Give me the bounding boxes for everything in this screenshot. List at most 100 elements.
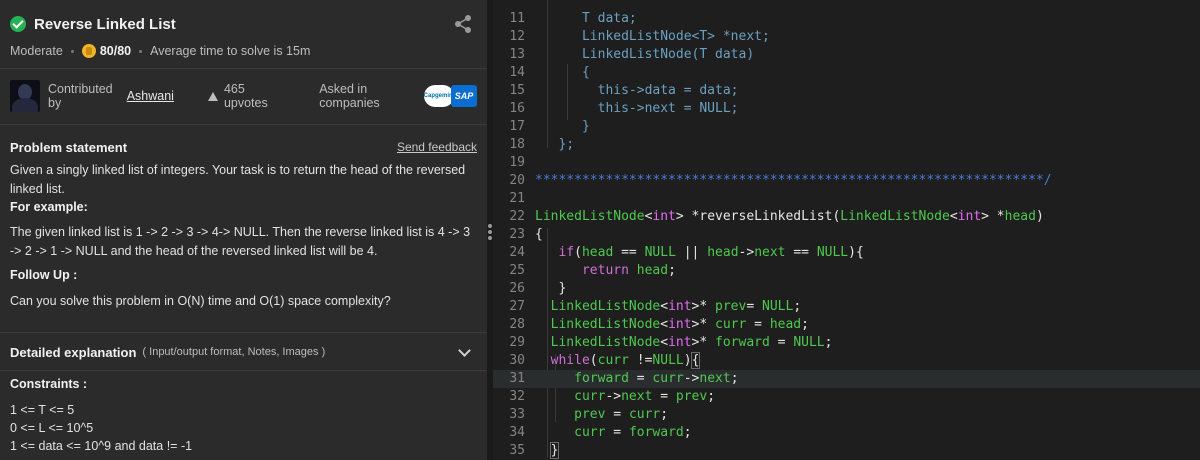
code-token: = <box>746 317 770 332</box>
code-text[interactable]: LinkedListNode<int>* curr = head; <box>535 316 809 334</box>
separator-dot <box>70 49 74 53</box>
code-text[interactable]: } <box>535 442 560 460</box>
code-line[interactable]: 31 forward = curr->next; <box>493 370 1200 388</box>
detailed-explanation-heading: Detailed explanation <box>10 344 137 360</box>
line-number: 35 <box>509 443 525 458</box>
code-text[interactable]: LinkedListNode<int> *reverseLinkedList(L… <box>535 208 1044 226</box>
avatar[interactable] <box>10 80 40 112</box>
contributor-link[interactable]: Ashwani <box>127 89 174 103</box>
code-line[interactable]: 27 LinkedListNode<int>* prev= NULL; <box>493 298 1200 316</box>
code-token: this->next = NULL; <box>535 101 739 116</box>
code-token: } <box>535 281 567 296</box>
problem-panel: Reverse Linked List Moderate 80/80 Avera… <box>0 0 487 460</box>
code-text[interactable]: curr->next = prev; <box>535 388 715 406</box>
share-icon[interactable] <box>453 14 473 34</box>
code-line[interactable]: 14 { <box>493 64 1200 82</box>
code-line[interactable]: 16 this->next = NULL; <box>493 100 1200 118</box>
code-text[interactable]: } <box>535 118 590 136</box>
code-line[interactable]: 18 }; <box>493 136 1200 154</box>
code-token: ; <box>707 389 716 404</box>
chevron-down-icon[interactable] <box>458 344 471 357</box>
grip-dot <box>488 230 492 234</box>
code-line[interactable]: 35 } <box>493 442 1200 460</box>
code-token: LinkedListNode(T data) <box>535 47 755 62</box>
code-token: = <box>746 299 762 314</box>
code-text[interactable]: this->next = NULL; <box>535 100 739 118</box>
code-line[interactable]: 17 } <box>493 118 1200 136</box>
code-token: -> <box>738 245 755 260</box>
code-token: NULL <box>652 353 684 368</box>
code-token: forward <box>628 425 684 440</box>
code-line[interactable]: 20 **************************************… <box>493 172 1200 190</box>
code-text[interactable]: } <box>535 280 566 298</box>
code-line[interactable]: 12 LinkedListNode<T> *next; <box>493 28 1200 46</box>
line-number: 29 <box>509 335 525 350</box>
send-feedback-link[interactable]: Send feedback <box>397 140 477 154</box>
code-text[interactable]: if(head == NULL || head->next == NULL){ <box>535 244 863 262</box>
code-token: LinkedListNode <box>535 209 645 224</box>
code-token: ; <box>683 425 692 440</box>
code-line[interactable]: 24 if(head == NULL || head->next == NULL… <box>493 244 1200 262</box>
code-line[interactable]: 21 <box>493 190 1200 208</box>
code-token: int <box>668 335 692 350</box>
detailed-explanation-toggle[interactable]: Detailed explanation ( Input/output form… <box>10 342 477 362</box>
code-text[interactable]: ****************************************… <box>535 172 1052 190</box>
code-line[interactable]: 33 prev = curr; <box>493 406 1200 424</box>
code-line[interactable]: 29 LinkedListNode<int>* forward = NULL; <box>493 334 1200 352</box>
code-line[interactable]: 13 LinkedListNode(T data) <box>493 46 1200 64</box>
constraint-item: 0 <= L <= 10^5 <box>10 421 94 435</box>
code-line[interactable]: 30 while(curr !=NULL){ <box>493 352 1200 370</box>
code-token: ; <box>801 317 809 332</box>
grip-dot <box>488 224 492 228</box>
constraint-item: 1 <= T <= 5 <box>10 403 75 417</box>
code-line[interactable]: 26 } <box>493 280 1200 298</box>
problem-title: Reverse Linked List <box>34 15 176 33</box>
code-text[interactable]: LinkedListNode<int>* prev= NULL; <box>535 298 801 316</box>
code-line[interactable]: 28 LinkedListNode<int>* curr = head; <box>493 316 1200 334</box>
code-token: < <box>660 299 669 314</box>
code-token: < <box>660 335 669 350</box>
code-text[interactable]: curr = forward; <box>535 424 692 442</box>
code-text[interactable]: LinkedListNode<int>* forward = NULL; <box>535 334 833 352</box>
code-text[interactable]: { <box>535 226 543 244</box>
line-number: 33 <box>509 407 525 422</box>
code-line[interactable]: 32 curr->next = prev; <box>493 388 1200 406</box>
code-text[interactable]: this->data = data; <box>535 82 739 100</box>
code-text[interactable]: }; <box>535 136 574 154</box>
code-text[interactable]: LinkedListNode(T data) <box>535 46 754 64</box>
upvote-button[interactable]: 465 upvotes <box>207 82 285 110</box>
constraint-item: 1 <= data <= 10^9 and data != -1 <box>10 439 193 453</box>
code-line[interactable]: 23 { <box>493 226 1200 244</box>
code-token: LinkedListNode <box>550 335 661 350</box>
code-token: -> <box>683 371 700 386</box>
code-line[interactable]: 22 LinkedListNode<int> *reverseLinkedList… <box>493 208 1200 226</box>
code-line[interactable]: 11 T data; <box>493 10 1200 28</box>
code-token: { <box>535 65 590 80</box>
code-line[interactable]: 34 curr = forward; <box>493 424 1200 442</box>
code-text[interactable]: while(curr !=NULL){ <box>535 352 701 370</box>
company-logos[interactable]: Capgemini SAP <box>424 85 477 107</box>
code-text[interactable]: return head; <box>535 262 676 280</box>
code-line[interactable]: 19 <box>493 154 1200 172</box>
code-line[interactable]: 25 return head; <box>493 262 1200 280</box>
line-number: 30 <box>509 353 525 368</box>
companies-label: Asked in companies <box>319 82 380 110</box>
code-text[interactable]: LinkedListNode<T> *next; <box>535 28 770 46</box>
code-token: } <box>549 442 560 459</box>
line-number: 13 <box>509 47 525 62</box>
code-text[interactable]: forward = curr->next; <box>535 370 738 388</box>
code-token: = <box>652 389 676 404</box>
line-number: 20 <box>509 173 525 188</box>
code-line[interactable]: 15 this->data = data; <box>493 82 1200 100</box>
code-token: ****************************************… <box>535 173 1052 188</box>
code-text[interactable]: prev = curr; <box>535 406 668 424</box>
code-editor[interactable]: 11 T data; 12 LinkedListNode<T> *next; 13 … <box>493 0 1200 460</box>
code-token: next <box>621 389 653 404</box>
code-text[interactable]: { <box>535 64 590 82</box>
code-text[interactable]: T data; <box>535 10 637 28</box>
line-number: 19 <box>509 155 525 170</box>
